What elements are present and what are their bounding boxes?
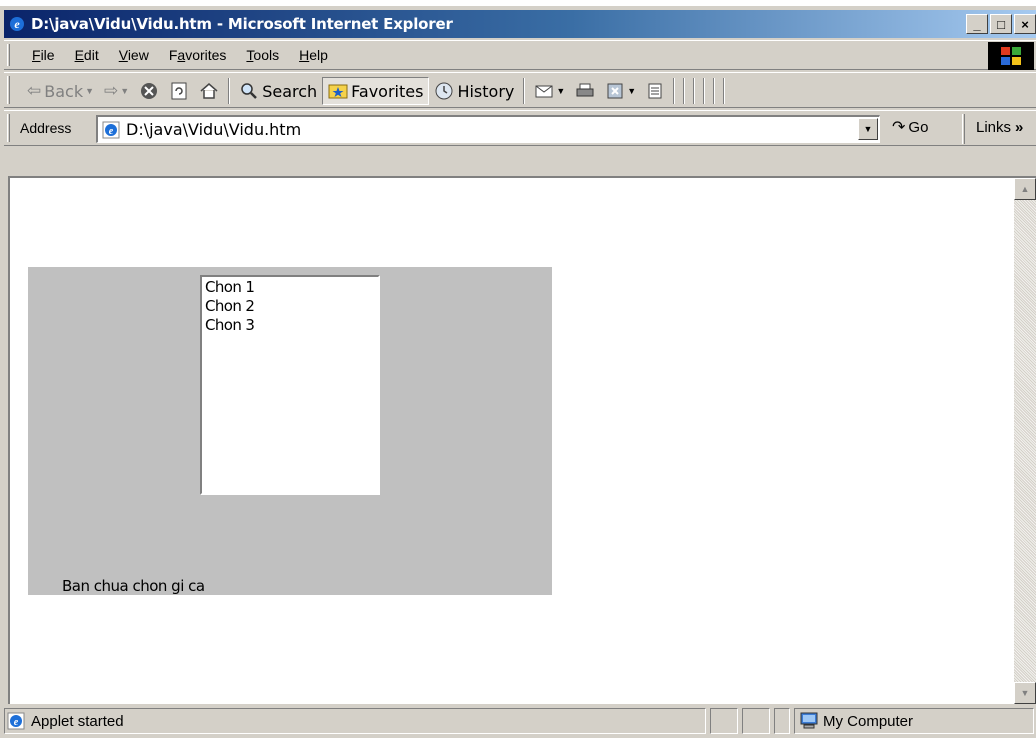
print-button[interactable] [570,77,600,105]
toolbar-separator [523,78,526,104]
toolbar-separator [683,78,686,104]
addressbar-grip[interactable] [7,114,10,142]
svg-text:e: e [109,126,114,137]
svg-text:e: e [14,717,19,728]
maximize-button[interactable]: □ [990,14,1012,34]
go-button[interactable]: ↷ Go [892,117,928,137]
status-blank-pane [774,708,790,734]
status-lock-pane [742,708,770,734]
links-label: Links [976,119,1012,136]
menu-tools-rest: ools [253,47,280,63]
page-icon: e [100,119,122,141]
menu-help[interactable]: Help [289,47,338,63]
menu-view[interactable]: View [109,47,159,63]
history-icon [435,82,453,100]
forward-dropdown-icon[interactable]: ▼ [120,86,129,96]
toolbar-separator [703,78,706,104]
go-arrow-icon: ↷ [892,119,906,136]
status-bar: e Applet started My Computer [4,706,1036,736]
home-button[interactable] [194,77,224,105]
edit-page-button[interactable]: ▼ [600,77,641,105]
scroll-up-icon[interactable]: ▲ [1014,178,1036,200]
history-button[interactable]: History [429,77,519,105]
stop-icon [141,83,158,99]
home-icon [200,83,218,99]
forward-arrow-icon: ⇨ [104,81,119,100]
stop-button[interactable] [134,77,164,105]
toolbar-separator [713,78,716,104]
window-title: D:\java\Vidu\Vidu.htm - Microsoft Intern… [31,15,453,33]
svg-text:e: e [14,17,20,31]
toolbar-separator [673,78,676,104]
menu-favorites[interactable]: Favorites [159,47,237,63]
search-icon [241,83,258,99]
status-text: Applet started [31,712,124,730]
chevron-right-icon: » [1015,119,1024,136]
address-label: Address [20,120,72,136]
forward-button[interactable]: ⇨ ▼ [99,77,134,105]
edit-page-icon [607,83,623,99]
print-icon [576,83,594,97]
back-dropdown-icon[interactable]: ▼ [85,86,94,96]
menu-favorites-rest: vorites [185,47,227,63]
list-item[interactable]: Chon 2 [205,297,375,316]
vertical-scrollbar[interactable]: ▲ ▼ [1014,178,1036,704]
mail-button[interactable]: ▼ [529,77,570,105]
standard-toolbar: ⇦ Back ▼ ⇨ ▼ Search Favorites History ▼ … [4,72,1036,108]
ie-icon: e [8,15,26,33]
menu-edit[interactable]: Edit [65,47,109,63]
menu-file[interactable]: File [22,47,65,63]
menu-tools[interactable]: Tools [236,47,289,63]
menu-bar: File Edit View Favorites Tools Help [4,40,1036,70]
toolbar-separator [228,78,231,104]
discuss-icon [648,83,662,99]
list-item[interactable]: Chon 3 [205,316,375,335]
address-url: D:\java\Vidu\Vidu.htm [126,120,302,139]
back-arrow-icon: ⇦ [27,81,42,100]
minimize-button[interactable]: _ [966,14,988,34]
page-content: Chon 1 Chon 2 Chon 3 Ban chua chon gi ca… [8,176,1036,704]
links-grip[interactable] [962,114,965,144]
choice-listbox[interactable]: Chon 1 Chon 2 Chon 3 [200,275,380,495]
refresh-icon [171,82,187,100]
mail-icon [535,85,553,98]
my-computer-icon [800,712,818,729]
address-bar: Address e D:\java\Vidu\Vidu.htm ▼ ↷ Go L… [4,110,1036,146]
menu-view-rest: iew [127,47,149,63]
zone-label: My Computer [823,712,914,730]
title-bar[interactable]: e D:\java\Vidu\Vidu.htm - Microsoft Inte… [4,10,1036,38]
menubar-grip[interactable] [7,44,10,66]
scroll-down-icon[interactable]: ▼ [1014,682,1036,704]
edit-dropdown-icon[interactable]: ▼ [627,86,636,96]
window-controls: _ □ × [966,14,1036,34]
menu-help-rest: elp [309,47,328,63]
back-button[interactable]: ⇦ Back ▼ [22,77,99,105]
go-label: Go [908,118,929,136]
java-applet: Chon 1 Chon 2 Chon 3 Ban chua chon gi ca [28,267,552,595]
address-input[interactable]: e D:\java\Vidu\Vidu.htm ▼ [96,115,880,143]
selection-status-label: Ban chua chon gi ca [62,577,205,595]
search-button[interactable]: Search [234,77,322,105]
status-progress-pane [710,708,738,734]
close-button[interactable]: × [1014,14,1036,34]
discuss-button[interactable] [641,77,669,105]
favorites-button[interactable]: Favorites [322,77,430,105]
menu-edit-rest: dit [83,47,99,63]
toolbar-separator [723,78,726,104]
list-item[interactable]: Chon 1 [205,278,375,297]
toolbar-grip[interactable] [7,76,10,104]
status-zone-pane: My Computer [794,708,1034,734]
page-status-icon: e [7,712,25,730]
menu-file-rest: ile [40,47,55,63]
windows-logo-throbber [988,42,1034,70]
refresh-button[interactable] [164,77,194,105]
favorites-folder-icon [328,84,348,99]
address-dropdown-icon[interactable]: ▼ [858,118,878,140]
links-button[interactable]: Links » [976,119,1023,136]
toolbar-separator [693,78,696,104]
status-main-pane: e Applet started [4,708,706,734]
browser-window: e D:\java\Vidu\Vidu.htm - Microsoft Inte… [0,6,1036,738]
mail-dropdown-icon[interactable]: ▼ [556,86,565,96]
